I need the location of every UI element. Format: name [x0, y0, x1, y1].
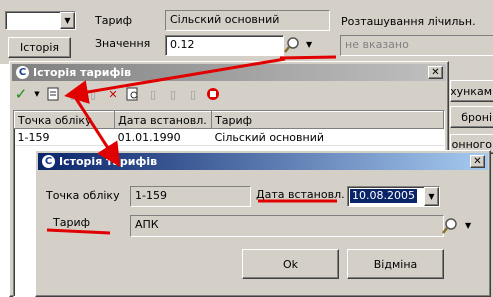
annotation-arrow	[73, 96, 121, 168]
annotation-arrow	[64, 57, 286, 104]
annotation-overlay	[46, 55, 337, 235]
annotation-underline	[46, 228, 111, 235]
annotation-underline	[279, 55, 337, 60]
